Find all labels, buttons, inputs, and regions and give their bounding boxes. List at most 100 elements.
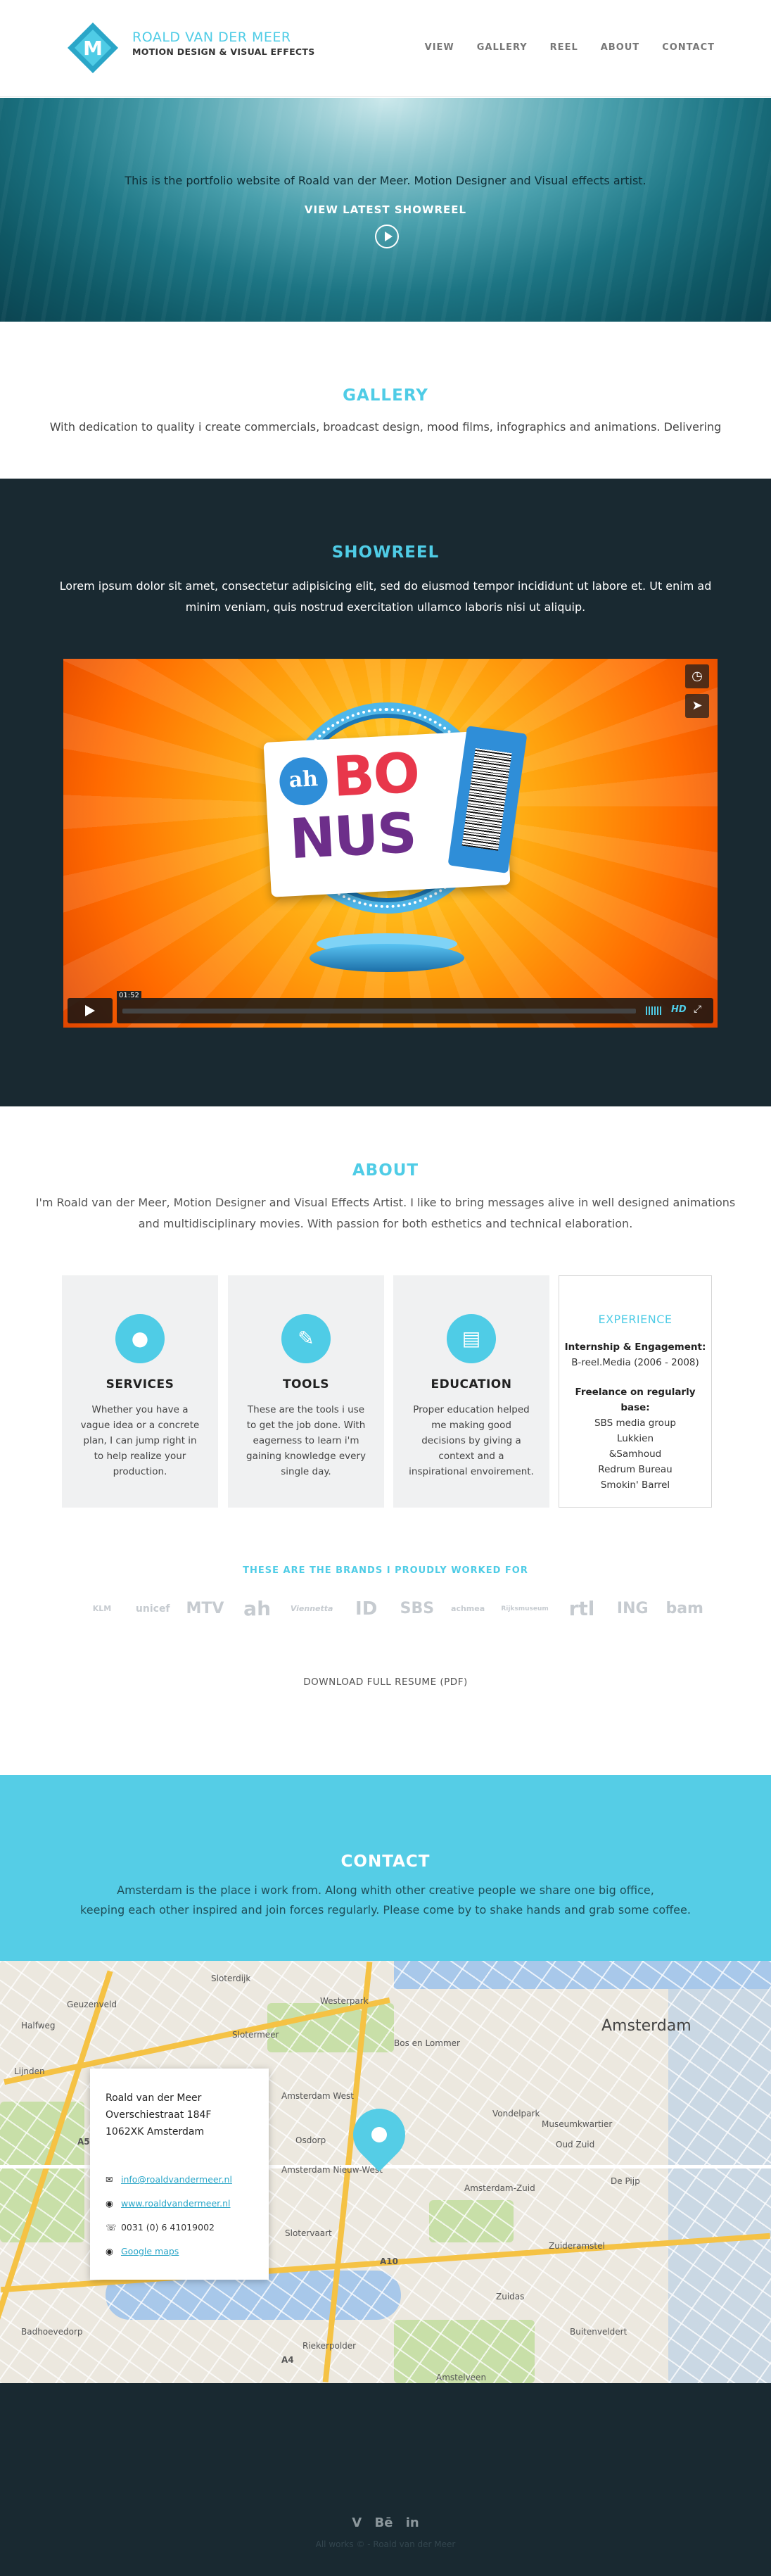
ah-logo: ah — [278, 756, 329, 807]
map-label-sloterdijk: Sloterdijk — [211, 1974, 251, 1983]
brand-logo-sbs: SBS — [400, 1600, 435, 1617]
experience-item: SBS media group — [594, 1418, 676, 1429]
brand-logo-mtv: MTV — [186, 1600, 224, 1617]
pencil-icon: ✎ — [281, 1314, 331, 1363]
location-icon: ◉ — [106, 2246, 113, 2256]
address-street: Overschiestraat 184F — [106, 2109, 212, 2121]
location-map[interactable]: Amsterdam Westerpark Amsterdam West Amst… — [0, 1961, 771, 2383]
vimeo-icon[interactable]: V — [352, 2515, 362, 2530]
experience-item: Redrum Bureau — [598, 1464, 673, 1475]
map-label-a5: A5 — [77, 2137, 90, 2147]
fullscreen-icon[interactable]: ⤢ — [694, 1004, 701, 1015]
main-nav: VIEW GALLERY REEL ABOUT CONTACT — [425, 42, 715, 53]
about-title: ABOUT — [352, 1161, 419, 1180]
nav-view[interactable]: VIEW — [425, 42, 454, 53]
site-footer: V Bē in All works © - Roald van der Meer — [0, 2383, 771, 2576]
share-icon[interactable]: ➤ — [685, 694, 709, 718]
envelope-icon: ✉ — [106, 2174, 113, 2185]
bonus-word-1: BO — [331, 741, 421, 809]
video-progress-bar[interactable] — [122, 1009, 636, 1014]
watch-later-icon[interactable]: ◷ — [685, 664, 709, 688]
address-card: Roald van der Meer Overschiestraat 184F … — [90, 2069, 269, 2280]
logo-icon[interactable]: M — [66, 21, 120, 75]
copyright: All works © - Roald van der Meer — [315, 2539, 456, 2549]
contact-line-2: keeping each other inspired and join for… — [80, 1903, 691, 1917]
brand-logo-unicef: unicef — [135, 1603, 170, 1615]
volume-icon[interactable] — [646, 1006, 663, 1015]
view-showreel-link[interactable]: VIEW LATEST SHOWREEL — [0, 203, 771, 216]
experience-item: B-reel.Media (2006 - 2008) — [571, 1357, 699, 1368]
map-label-osdorp: Osdorp — [295, 2135, 326, 2145]
email-link[interactable]: info@roaldvandermeer.nl — [121, 2174, 232, 2185]
about-section: ABOUT I'm Roald van der Meer, Motion Des… — [0, 1106, 771, 1775]
experience-title: EXPERIENCE — [598, 1313, 673, 1326]
email-row: ✉ info@roaldvandermeer.nl — [106, 2174, 232, 2185]
contact-section: CONTACT Amsterdam is the place i work fr… — [0, 1775, 771, 1961]
brand-logo-ing: ING — [616, 1600, 649, 1617]
google-maps-link[interactable]: Google maps — [121, 2246, 179, 2256]
tools-card: ✎ TOOLS These are the tools i use to get… — [228, 1275, 384, 1508]
nav-about[interactable]: ABOUT — [601, 42, 639, 53]
site-header: M ROALD VAN DER MEER MOTION DESIGN & VIS… — [0, 0, 771, 97]
website-row: ◉ www.roaldvandermeer.nl — [106, 2198, 231, 2209]
hero-banner: This is the portfolio website of Roald v… — [0, 98, 771, 322]
brand-tagline: MOTION DESIGN & VISUAL EFFECTS — [132, 46, 315, 57]
map-label-a10: A10 — [380, 2256, 398, 2266]
map-label-de-pijp: De Pijp — [611, 2176, 640, 2186]
brand-logo-id: ID — [355, 1598, 378, 1620]
video-controls: HD ⤢ 01:52 — [68, 991, 713, 1023]
brands-title: THESE ARE THE BRANDS I PROUDLY WORKED FO… — [243, 1565, 528, 1576]
video-pedestal — [310, 944, 464, 972]
experience-heading-freelance: Freelance on regularly base: — [575, 1387, 696, 1413]
nav-reel[interactable]: REEL — [550, 42, 578, 53]
services-card: ● SERVICES Whether you have a vague idea… — [62, 1275, 218, 1508]
map-label-a4: A4 — [281, 2355, 294, 2365]
tools-text: These are the tools i use to get the job… — [246, 1404, 366, 1477]
website-link[interactable]: www.roaldvandermeer.nl — [121, 2198, 231, 2209]
linkedin-icon[interactable]: in — [406, 2515, 419, 2530]
experience-list: Internship & Engagement: B-reel.Media (2… — [559, 1339, 711, 1493]
address-block: Roald van der Meer Overschiestraat 184F … — [106, 2090, 211, 2140]
cap-icon: ● — [115, 1314, 165, 1363]
map-label-slotermeer: Slotermeer — [232, 2030, 279, 2040]
brand-name[interactable]: ROALD VAN DER MEER — [132, 30, 291, 45]
address-postal: 1062XK Amsterdam — [106, 2126, 205, 2138]
services-title: SERVICES — [106, 1377, 174, 1391]
showreel-section: SHOWREEL Lorem ipsum dolor sit amet, con… — [0, 479, 771, 1106]
download-resume-link[interactable]: DOWNLOAD FULL RESUME (PDF) — [0, 1677, 771, 1688]
brand-logo-rtl: rtl — [568, 1597, 595, 1620]
map-label-zuidas: Zuidas — [496, 2292, 525, 2302]
map-label-riekerpolder: Riekerpolder — [302, 2341, 357, 2351]
brand-logo-rijksmuseum: Rijksmuseum — [501, 1605, 549, 1612]
experience-heading-internship: Internship & Engagement: — [564, 1341, 706, 1353]
brand-logo-bam: bam — [665, 1600, 703, 1617]
gallery-title: GALLERY — [343, 386, 428, 405]
showreel-description: Lorem ipsum dolor sit amet, consectetur … — [59, 579, 712, 614]
map-pin-center — [371, 2127, 387, 2142]
brand-logo-achmea: achmea — [451, 1604, 485, 1613]
play-icon[interactable] — [375, 225, 399, 248]
brand-logo-viennetta: Viennetta — [290, 1604, 333, 1613]
hd-toggle[interactable]: HD — [671, 1004, 687, 1015]
video-player[interactable]: ah BO NUS ◷ ➤ HD ⤢ 01:52 — [63, 659, 718, 1028]
education-card: ▤ EDUCATION Proper education helped me m… — [393, 1275, 549, 1508]
tools-title: TOOLS — [282, 1377, 330, 1391]
nav-gallery[interactable]: GALLERY — [477, 42, 528, 53]
hero-intro: This is the portfolio website of Roald v… — [125, 174, 646, 187]
map-label-nieuw-west: Amsterdam Nieuw-West — [281, 2165, 383, 2175]
map-label-oud-zuid: Oud Zuid — [556, 2140, 595, 2149]
behance-icon[interactable]: Bē — [375, 2515, 393, 2530]
gallery-section: GALLERY With dedication to quality i cre… — [0, 322, 771, 479]
globe-icon: ◉ — [106, 2198, 113, 2209]
experience-item: Smokin' Barrel — [600, 1479, 670, 1491]
education-title: EDUCATION — [431, 1377, 512, 1391]
gallery-description: With dedication to quality i create comm… — [49, 420, 722, 434]
video-play-button[interactable] — [68, 998, 113, 1023]
contact-title: CONTACT — [340, 1852, 431, 1871]
svg-text:M: M — [83, 37, 103, 60]
experience-card: EXPERIENCE Internship & Engagement: B-re… — [559, 1275, 712, 1508]
nav-contact[interactable]: CONTACT — [662, 42, 715, 53]
experience-item: &Samhoud — [608, 1448, 662, 1460]
contact-line-1: Amsterdam is the place i work from. Alon… — [117, 1883, 654, 1897]
bonus-word-2: NUS — [288, 801, 417, 872]
